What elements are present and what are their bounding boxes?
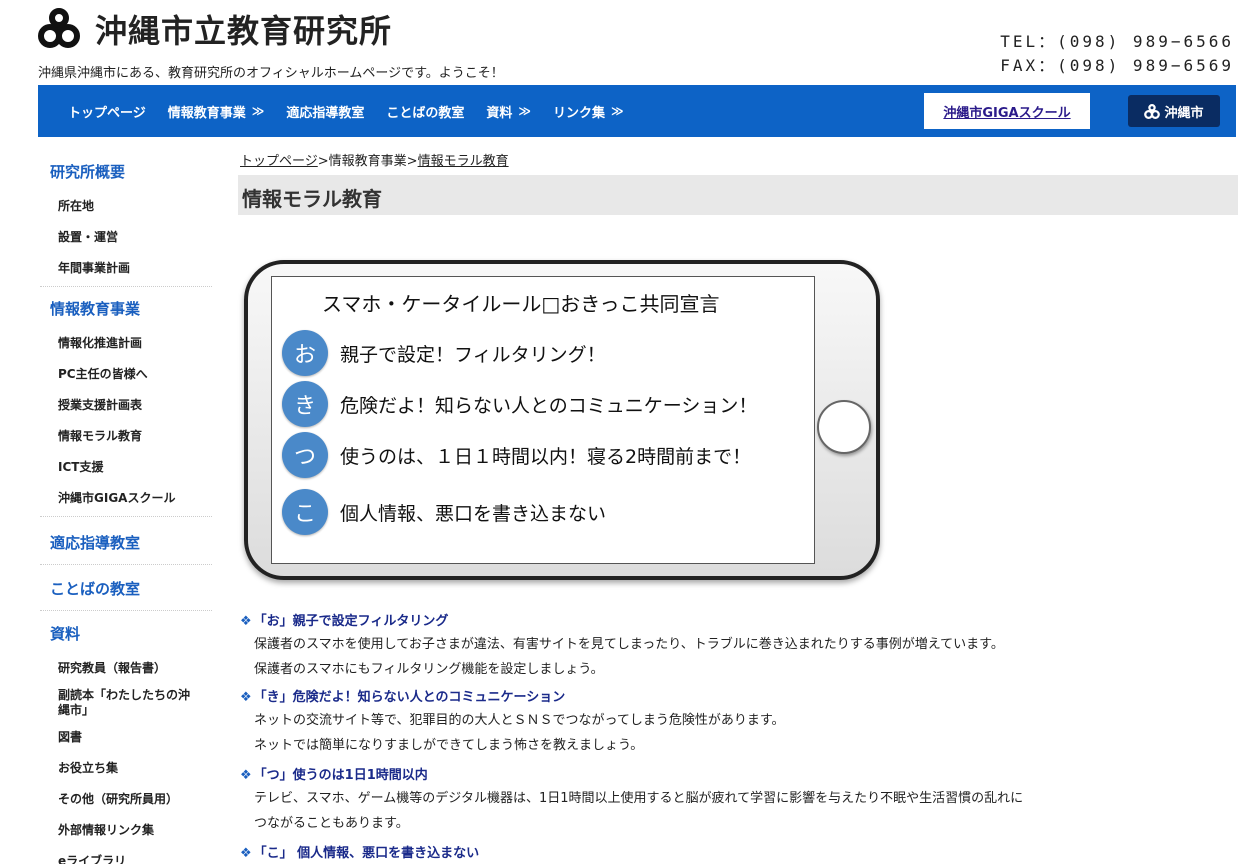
rule-detail-heading-text: 「お」親子で設定フィルタリング xyxy=(253,614,449,629)
breadcrumb-separator: > xyxy=(406,154,418,169)
breadcrumb-current[interactable]: 情報モラル教育 xyxy=(418,154,509,169)
diamond-bullet-icon: ❖ xyxy=(240,846,252,861)
site-title[interactable]: 沖縄市立教育研究所 xyxy=(95,6,392,52)
rule-letter-badge: こ xyxy=(282,489,328,535)
sidebar-item-research-reports[interactable]: 研究教員（報告書） xyxy=(40,653,212,684)
breadcrumb-home[interactable]: トップページ xyxy=(240,154,318,169)
diamond-bullet-icon: ❖ xyxy=(240,690,252,705)
breadcrumb: トップページ>情報教育事業>情報モラル教育 xyxy=(240,150,509,169)
rule-detail-line: ネットの交流サイト等で、犯罪目的の大人とＳＮＳでつながってしまう危険性があります… xyxy=(254,713,785,728)
okinawa-city-emblem-icon[interactable] xyxy=(38,8,80,48)
rule-detail-ko: ❖ 「こ」 個人情報、悪口を書き込まない xyxy=(240,844,1240,864)
nav-item-info-education[interactable]: 情報教育事業 ≫ xyxy=(168,102,265,121)
chevron-right-icon: ≫ xyxy=(610,104,624,118)
site-header: 沖縄市立教育研究所 沖縄県沖縄市にある、教育研究所のオフィシャルホームページです… xyxy=(0,0,1256,85)
rule-letter-badge: つ xyxy=(282,432,328,478)
rule-letter-badge: き xyxy=(282,381,328,427)
sidebar-group-info-education: 情報教育事業 情報化推進計画 PC主任の皆様へ 授業支援計画表 情報モラル教育 … xyxy=(40,289,212,517)
nav-item-links[interactable]: リンク集 ≫ xyxy=(553,102,624,121)
sidebar-item-establishment[interactable]: 設置・運営 xyxy=(40,222,212,253)
nav-item-adaptive-class[interactable]: 適応指導教室 xyxy=(286,102,364,121)
fax-number: FAX：(098) 989−6569 xyxy=(1000,56,1234,75)
sidebar-item-others[interactable]: その他（研究所員用） xyxy=(40,784,212,815)
rule-detail-heading-text: 「こ」 個人情報、悪口を書き込まない xyxy=(253,846,480,861)
sidebar-group-materials: 資料 研究教員（報告書） 副読本「わたしたちの沖縄市」 図書 お役立ち集 その他… xyxy=(40,611,212,864)
page-title: 情報モラル教育 xyxy=(242,187,382,211)
breadcrumb-parent[interactable]: 情報教育事業 xyxy=(329,154,407,169)
sidebar-item-external-links[interactable]: 外部情報リンク集 xyxy=(40,815,212,846)
phone-rule-row: こ 個人情報、悪口を書き込まない xyxy=(282,489,606,535)
rule-detail-line: 保護者のスマホにもフィルタリング機能を設定しましょう。 xyxy=(254,662,604,677)
rule-detail-heading: ❖ 「こ」 個人情報、悪口を書き込まない xyxy=(240,844,1240,864)
nav-item-label: ことばの教室 xyxy=(386,105,465,121)
okinawa-city-label: 沖縄市 xyxy=(1164,105,1204,121)
rule-detail-heading-text: 「つ」使うのは1日1時間以内 xyxy=(253,768,428,783)
rule-letter-badge: お xyxy=(282,330,328,376)
page-title-bar: 情報モラル教育 xyxy=(238,175,1238,215)
phone-rule-row: き 危険だよ！知らない人とのコミュニケーション！ xyxy=(282,381,757,427)
rule-detail-line: テレビ、スマホ、ゲーム機等のデジタル機器は、1日1時間以上使用すると脳が疲れて学… xyxy=(254,791,1024,806)
sidebar-item-ict-support[interactable]: ICT支援 xyxy=(40,452,212,483)
sidebar-item-pc-managers[interactable]: PC主任の皆様へ xyxy=(40,359,212,390)
rule-detail-heading: ❖ 「お」親子で設定フィルタリング xyxy=(240,612,1240,632)
contact-info: TEL：(098) 989−6566 FAX：(098) 989−6569 xyxy=(1000,30,1234,78)
rule-detail-line: つながることもあります。 xyxy=(254,816,409,831)
chevron-right-icon: ≫ xyxy=(518,104,531,118)
sidebar-heading-language-class[interactable]: ことばの教室 xyxy=(40,565,212,611)
phone-screen-title: スマホ・ケータイルール□おきっこ共同宣言 xyxy=(322,292,720,316)
sidebar: 研究所概要 所在地 設置・運営 年間事業計画 情報教育事業 情報化推進計画 PC… xyxy=(40,152,212,864)
sidebar-item-useful[interactable]: お役立ち集 xyxy=(40,753,212,784)
nav-item-top[interactable]: トップページ xyxy=(68,102,146,121)
nav-item-materials[interactable]: 資料 ≫ xyxy=(486,102,531,121)
site-tagline: 沖縄県沖縄市にある、教育研究所のオフィシャルホームページです。ようこそ！ xyxy=(38,66,504,81)
nav-item-label: 情報教育事業 xyxy=(167,105,246,121)
nav-item-label: 適応指導教室 xyxy=(286,105,365,121)
rule-detail-tsu: ❖ 「つ」使うのは1日1時間以内 テレビ、スマホ、ゲーム機等のデジタル機器は、1日… xyxy=(240,766,1240,836)
giga-school-button[interactable]: 沖縄市GIGAスクール xyxy=(924,93,1090,129)
sidebar-group-about: 研究所概要 所在地 設置・運営 年間事業計画 xyxy=(40,152,212,287)
rule-detail-o: ❖ 「お」親子で設定フィルタリング 保護者のスマホを使用してお子さまが違法、有害サ… xyxy=(240,612,1240,682)
rule-text: 使うのは、１日１時間以内！寝る2時間前まで！ xyxy=(340,445,752,468)
rule-detail-heading: ❖ 「つ」使うのは1日1時間以内 xyxy=(240,766,1240,786)
nav-item-label: 資料 xyxy=(486,105,513,121)
chevron-right-icon: ≫ xyxy=(251,104,265,118)
sidebar-item-promotion-plan[interactable]: 情報化推進計画 xyxy=(40,328,212,359)
main-nav: トップページ 情報教育事業 ≫ 適応指導教室 ことばの教室 資料 ≫ リンク集 ≫ 沖… xyxy=(38,85,1236,137)
sidebar-item-location[interactable]: 所在地 xyxy=(40,191,212,222)
rule-detail-line: 保護者のスマホを使用してお子さまが違法、有害サイトを見てしまったり、トラブルに巻… xyxy=(254,637,1004,652)
rule-detail-heading: ❖ 「き」危険だよ！知らない人とのコミュニケーション xyxy=(240,688,1240,708)
sidebar-item-books[interactable]: 図書 xyxy=(40,722,212,753)
okinawa-city-button[interactable]: 沖縄市 xyxy=(1128,95,1220,127)
diamond-bullet-icon: ❖ xyxy=(240,768,252,783)
sidebar-item-class-support[interactable]: 授業支援計画表 xyxy=(40,390,212,421)
rule-detail-heading-text: 「き」危険だよ！知らない人とのコミュニケーション xyxy=(253,690,566,705)
diamond-bullet-icon: ❖ xyxy=(240,614,252,629)
sidebar-item-info-moral[interactable]: 情報モラル教育 xyxy=(40,421,212,452)
nav-item-label: トップページ xyxy=(68,105,146,121)
nav-item-label: リンク集 xyxy=(552,105,605,121)
sidebar-heading-about[interactable]: 研究所概要 xyxy=(40,152,212,191)
breadcrumb-separator: > xyxy=(317,154,329,169)
rule-text: 危険だよ！知らない人とのコミュニケーション！ xyxy=(340,394,758,417)
rule-detail-line: ネットでは簡単になりすましができてしまう怖さを教えましょう。 xyxy=(254,738,644,753)
sidebar-item-elibrary[interactable]: eライブラリ xyxy=(40,846,212,864)
sidebar-item-annual-plan[interactable]: 年間事業計画 xyxy=(40,253,212,284)
rule-detail-ki: ❖ 「き」危険だよ！知らない人とのコミュニケーション ネットの交流サイト等で、犯罪… xyxy=(240,688,1240,758)
rule-text: 個人情報、悪口を書き込まない xyxy=(340,502,607,525)
sidebar-item-reader[interactable]: 副読本「わたしたちの沖縄市」 xyxy=(40,684,190,722)
phone-home-button-icon xyxy=(817,400,871,454)
nav-item-language-class[interactable]: ことばの教室 xyxy=(386,102,464,121)
sidebar-item-giga-school[interactable]: 沖縄市GIGAスクール xyxy=(40,483,212,514)
phone-rule-row: つ 使うのは、１日１時間以内！寝る2時間前まで！ xyxy=(282,432,751,478)
phone-rule-row: お 親子で設定！フィルタリング！ xyxy=(282,330,606,376)
okinawa-city-emblem-icon xyxy=(1144,103,1161,119)
tel-number: TEL：(098) 989−6566 xyxy=(1000,32,1234,51)
sidebar-heading-materials[interactable]: 資料 xyxy=(40,611,212,653)
rule-text: 親子で設定！フィルタリング！ xyxy=(340,343,606,366)
sidebar-heading-adaptive-class[interactable]: 適応指導教室 xyxy=(40,519,212,565)
sidebar-heading-info-education[interactable]: 情報教育事業 xyxy=(40,289,212,328)
